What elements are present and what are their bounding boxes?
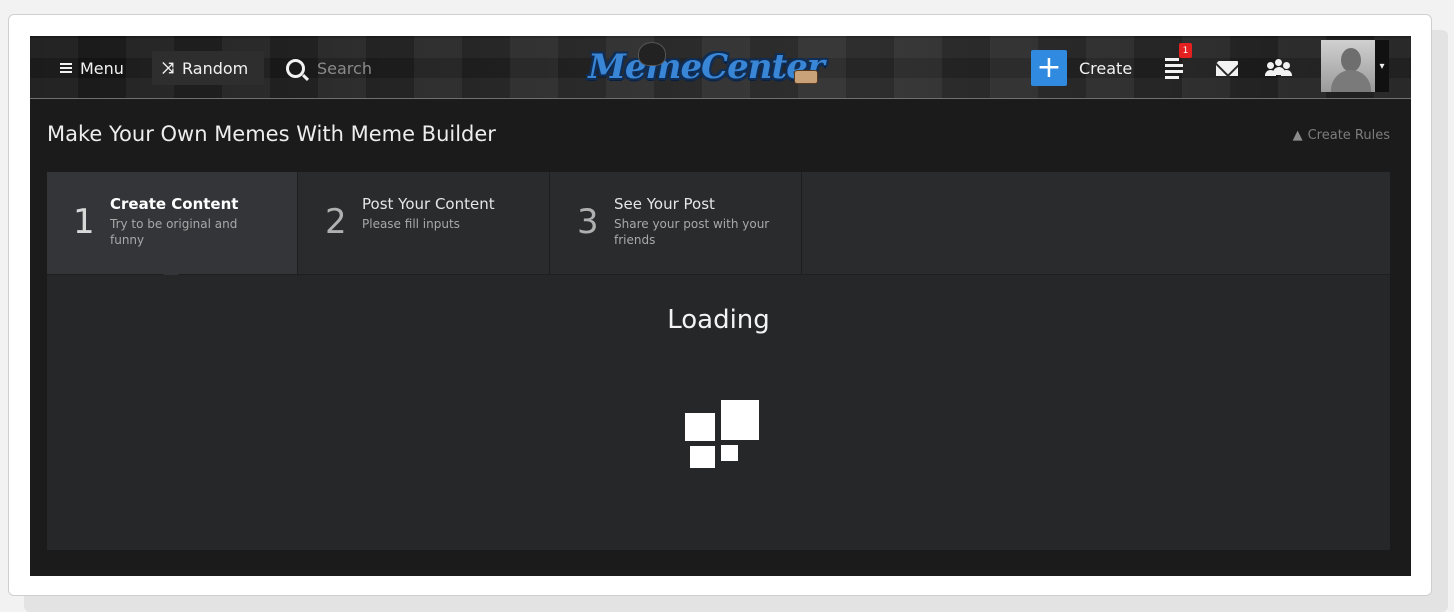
logo-text: MemeCenter <box>588 47 825 87</box>
page-title: Make Your Own Memes With Meme Builder <box>47 122 496 146</box>
menu-label: Menu <box>80 58 124 78</box>
random-label: Random <box>182 58 249 78</box>
random-button[interactable]: ⤨ Random <box>152 51 265 85</box>
step-create-content[interactable]: 1 Create Content Try to be original and … <box>47 172 298 282</box>
builder-steps: 1 Create Content Try to be original and … <box>47 172 1390 282</box>
avatar-icon <box>1341 48 1361 72</box>
step-see-post[interactable]: 3 See Your Post Share your post with you… <box>551 172 802 274</box>
search-input[interactable] <box>315 57 519 79</box>
users-icon <box>1264 59 1294 77</box>
create-rules-link[interactable]: ▲ Create Rules <box>1293 128 1390 143</box>
step-description: Try to be original and funny <box>110 217 238 247</box>
step-description: Please fill inputs <box>362 217 460 231</box>
warning-icon: ▲ <box>1292 128 1303 143</box>
step-number: 1 <box>73 202 95 242</box>
step-post-content[interactable]: 2 Post Your Content Please fill inputs <box>299 172 550 274</box>
notifications-button[interactable]: 1 <box>1165 43 1192 85</box>
step-title: See Your Post <box>614 195 715 213</box>
step-title: Create Content <box>110 195 239 213</box>
nyan-cat-icon <box>794 70 818 84</box>
top-navigation-bar: Menu ⤨ Random MemeCenter + Create 1 <box>30 36 1411 99</box>
chevron-down-icon[interactable]: ▾ <box>1375 40 1389 92</box>
step-description: Share your post with your friends <box>614 217 770 247</box>
create-button[interactable]: + Create <box>1031 50 1133 86</box>
messages-button[interactable] <box>1216 51 1238 85</box>
create-rules-label: Create Rules <box>1307 128 1390 143</box>
menu-icon <box>60 61 72 75</box>
builder-content-area: Loading <box>47 275 1390 550</box>
site-logo[interactable]: MemeCenter <box>576 40 836 94</box>
mail-icon <box>1216 60 1238 76</box>
loading-label: Loading <box>667 305 770 335</box>
notification-count-badge: 1 <box>1179 43 1192 58</box>
create-label: Create <box>1079 58 1133 78</box>
search-box <box>286 51 519 85</box>
logo-cat-ears-icon <box>638 42 666 66</box>
step-number: 2 <box>325 202 347 242</box>
shuffle-icon: ⤨ <box>162 59 175 77</box>
step-title: Post Your Content <box>362 195 495 213</box>
menu-button[interactable]: Menu <box>60 51 124 85</box>
meme-builder-app: Menu ⤨ Random MemeCenter + Create 1 <box>30 36 1411 576</box>
friends-button[interactable] <box>1264 51 1294 85</box>
notifications-icon <box>1165 55 1183 82</box>
search-icon[interactable] <box>286 58 305 78</box>
step-number: 3 <box>577 202 599 242</box>
plus-icon: + <box>1031 50 1067 86</box>
user-avatar[interactable] <box>1321 40 1375 92</box>
